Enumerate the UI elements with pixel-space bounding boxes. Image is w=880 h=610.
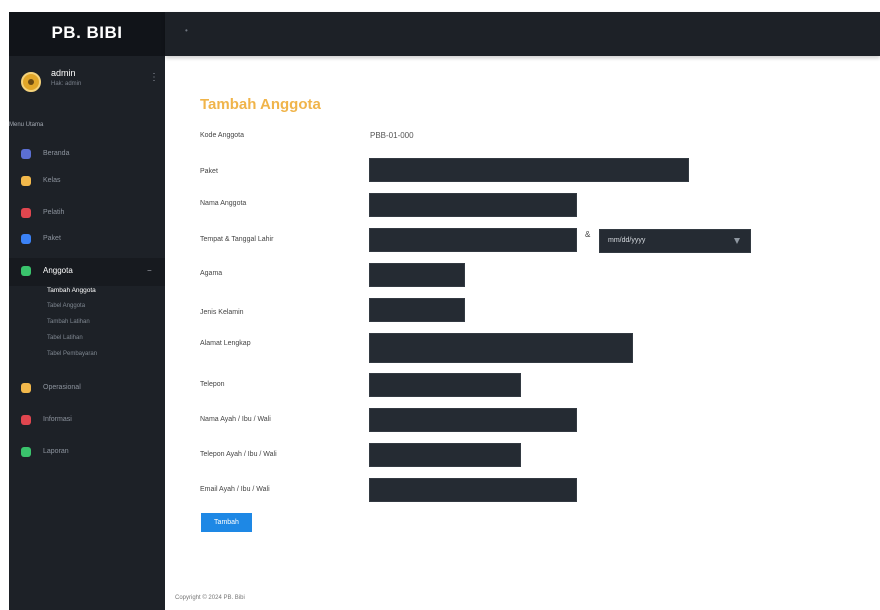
brand-logo[interactable]: PB. BIBI: [9, 12, 165, 56]
sidebar-subitem-tabel-latihan[interactable]: Tabel Latihan: [47, 335, 83, 341]
religion-select[interactable]: [369, 263, 465, 287]
phone-input[interactable]: [369, 373, 521, 397]
field-label-nama: Nama Anggota: [200, 200, 247, 207]
class-icon: [21, 176, 31, 186]
sidebar-item-label: Beranda: [43, 150, 70, 157]
field-label-agama: Agama: [200, 270, 223, 277]
submit-button[interactable]: Tambah: [201, 513, 252, 532]
field-label-email-wali: Email Ayah / Ibu / Wali: [200, 486, 270, 493]
sidebar-item-label: Paket: [43, 235, 61, 242]
address-textarea[interactable]: [369, 333, 633, 363]
field-label-telepon-wali: Telepon Ayah / Ibu / Wali: [200, 451, 277, 458]
sidebar-subitem-tambah-anggota[interactable]: Tambah Anggota: [47, 287, 96, 294]
caret-icon: −: [147, 266, 152, 275]
field-label-nama-wali: Nama Ayah / Ibu / Wali: [200, 416, 271, 423]
guardian-name-input[interactable]: [369, 408, 577, 432]
user-name: admin: [51, 68, 76, 78]
field-label-paket: Paket: [200, 168, 218, 175]
user-role: Hak: admin: [51, 81, 82, 87]
guardian-email-input[interactable]: [369, 478, 577, 502]
birthdate-input[interactable]: mm/dd/yyyy: [599, 229, 751, 253]
field-label-alamat: Alamat Lengkap: [200, 340, 251, 347]
field-label-ttl: Tempat & Tanggal Lahir: [200, 236, 274, 243]
package-select[interactable]: [369, 158, 689, 182]
field-label-telepon: Telepon: [200, 381, 225, 388]
sidebar-item-pelatih[interactable]: Pelatih: [9, 203, 165, 225]
package-icon: [21, 234, 31, 244]
sidebar: PB. BIBI admin Hak: admin ⋮ Menu Utama B…: [9, 12, 165, 610]
toggle-icon[interactable]: •: [185, 26, 191, 36]
sidebar-item-anggota[interactable]: Anggota −: [9, 258, 165, 286]
sidebar-item-label: Informasi: [43, 416, 72, 423]
page-frame: PB. BIBI admin Hak: admin ⋮ Menu Utama B…: [0, 0, 880, 610]
footer-copyright: Copyright © 2024 PB. Bibi: [175, 595, 245, 601]
calendar-caret-icon[interactable]: [734, 238, 740, 244]
info-icon: [21, 415, 31, 425]
sidebar-subitem-tabel-pembayaran[interactable]: Tabel Pembayaran: [47, 351, 97, 357]
sidebar-item-operasional[interactable]: Operasional: [9, 378, 165, 400]
menu-header: Menu Utama: [9, 122, 44, 128]
sidebar-item-label: Operasional: [43, 384, 81, 391]
sidebar-item-label: Laporan: [43, 448, 69, 455]
gender-select[interactable]: [369, 298, 465, 322]
date-placeholder: mm/dd/yyyy: [608, 237, 646, 244]
operations-icon: [21, 383, 31, 393]
avatar: [21, 72, 41, 92]
user-menu-dots-icon[interactable]: ⋮: [149, 72, 159, 83]
sidebar-item-informasi[interactable]: Informasi: [9, 410, 165, 432]
page-title: Tambah Anggota: [200, 96, 321, 113]
sidebar-item-kelas[interactable]: Kelas: [9, 171, 165, 193]
birthplace-input[interactable]: [369, 228, 577, 252]
home-icon: [21, 149, 31, 159]
sidebar-item-beranda[interactable]: Beranda: [9, 144, 165, 166]
members-icon: [21, 266, 31, 276]
topbar: •: [165, 12, 880, 56]
member-code-value: PBB-01-000: [370, 131, 414, 140]
sidebar-item-laporan[interactable]: Laporan: [9, 442, 165, 464]
user-panel[interactable]: admin Hak: admin ⋮: [9, 64, 165, 104]
date-separator: &: [585, 230, 591, 239]
sidebar-item-label: Kelas: [43, 177, 61, 184]
sidebar-subitem-tambah-latihan[interactable]: Tambah Latihan: [47, 319, 90, 325]
sidebar-item-paket[interactable]: Paket: [9, 229, 165, 251]
field-label-jenis-kelamin: Jenis Kelamin: [200, 309, 244, 316]
report-icon: [21, 447, 31, 457]
member-name-input[interactable]: [369, 193, 577, 217]
sidebar-subitem-tabel-anggota[interactable]: Tabel Anggota: [47, 303, 85, 309]
guardian-phone-input[interactable]: [369, 443, 521, 467]
coach-icon: [21, 208, 31, 218]
field-label-kode: Kode Anggota: [200, 132, 244, 139]
sidebar-item-label: Pelatih: [43, 209, 65, 216]
sidebar-item-label: Anggota: [43, 266, 73, 275]
